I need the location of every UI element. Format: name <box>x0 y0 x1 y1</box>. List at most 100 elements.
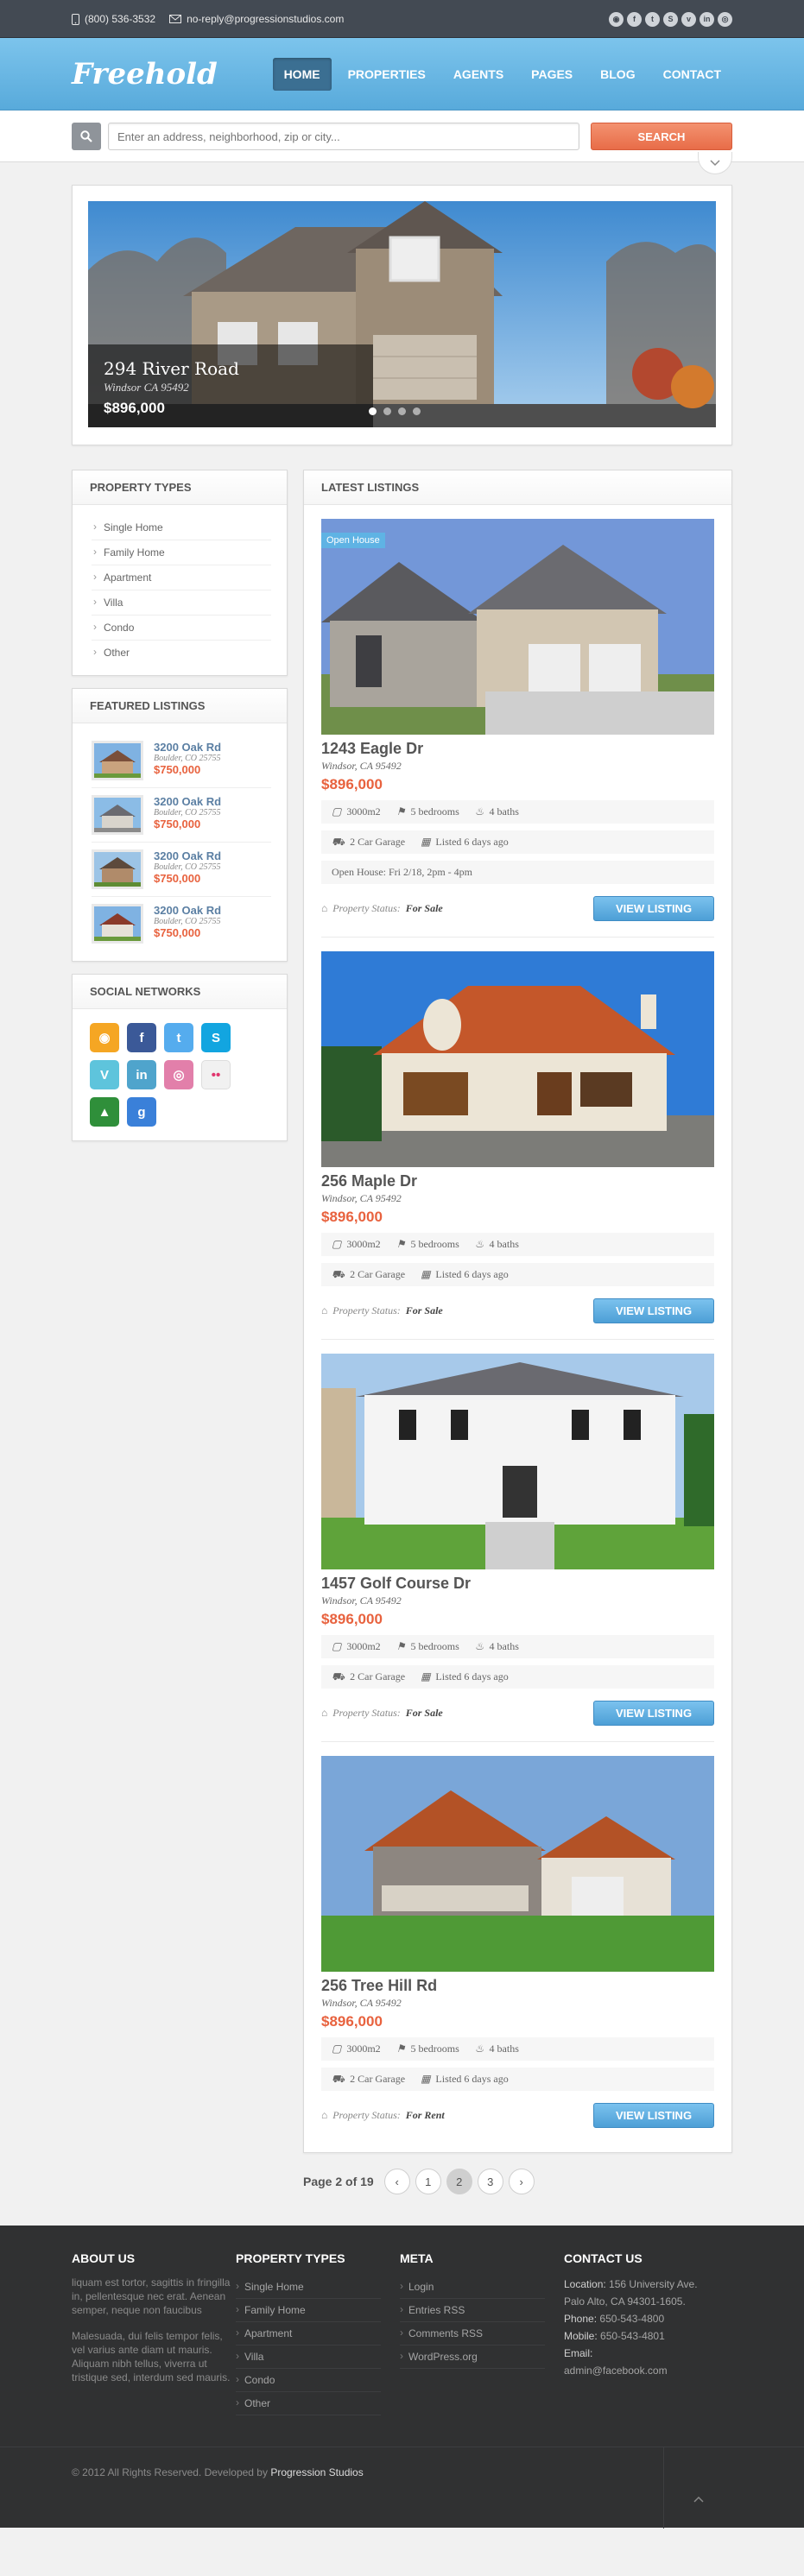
property-types-list: Single Home Family Home Apartment Villa … <box>92 515 271 665</box>
featured-listing[interactable]: 3200 Oak Rd Boulder, CO 25755 $750,000 <box>92 788 271 843</box>
linkedin-icon[interactable]: in <box>700 11 714 27</box>
rss-icon[interactable]: ◉ <box>90 1023 119 1052</box>
slider-dot[interactable] <box>413 407 421 415</box>
property-type-link[interactable]: Other <box>92 641 271 665</box>
footer-link[interactable]: Comments RSS <box>400 2322 545 2346</box>
facebook-icon[interactable]: f <box>627 11 642 27</box>
nav-agents[interactable]: AGENTS <box>442 58 515 91</box>
featured-city: Boulder, CO 25755 <box>154 917 221 926</box>
slider-caption[interactable]: 294 River Road Windsor CA 95492 $896,000 <box>88 344 373 427</box>
skype-icon[interactable]: S <box>201 1023 231 1052</box>
linkedin-icon[interactable]: in <box>127 1060 156 1089</box>
search-toggle[interactable] <box>698 152 732 174</box>
featured-listing[interactable]: 3200 Oak Rd Boulder, CO 25755 $750,000 <box>92 843 271 897</box>
footer-link[interactable]: Single Home <box>236 2276 381 2299</box>
property-type-link[interactable]: Apartment <box>92 565 271 590</box>
tree-icon[interactable]: ▲ <box>90 1097 119 1127</box>
listing-thumbnail[interactable] <box>92 741 143 780</box>
listing-card: Open House 1243 Eagle Dr Windsor, CA 954… <box>321 519 714 938</box>
twitter-icon[interactable]: t <box>645 11 660 27</box>
featured-listings-widget: FEATURED LISTINGS 3200 Oak Rd Boulder, CO… <box>72 688 288 962</box>
slider-dot[interactable] <box>383 407 391 415</box>
facebook-icon[interactable]: f <box>127 1023 156 1052</box>
featured-address[interactable]: 3200 Oak Rd <box>154 795 221 808</box>
footer-link[interactable]: Apartment <box>236 2322 381 2346</box>
view-listing-button[interactable]: VIEW LISTING <box>593 2103 714 2128</box>
page-button-current[interactable]: 2 <box>446 2169 472 2194</box>
listing-image[interactable] <box>321 1756 714 1972</box>
feature-listed: ▦ Listed 6 days ago <box>421 2073 509 2085</box>
developer-link[interactable]: Progression Studios <box>270 2466 363 2478</box>
listing-image[interactable]: Open House <box>321 519 714 735</box>
nav-blog[interactable]: BLOG <box>589 58 646 91</box>
featured-city: Boulder, CO 25755 <box>154 808 221 818</box>
listing-thumbnail[interactable] <box>92 849 143 889</box>
next-page-button[interactable]: › <box>508 2169 535 2194</box>
featured-address[interactable]: 3200 Oak Rd <box>154 904 221 917</box>
listing-features: ▢ 3000m2 ⚑ 5 bedrooms ♨ 4 baths <box>321 2037 714 2061</box>
email-info[interactable]: no-reply@progressionstudios.com <box>169 13 344 25</box>
listing-image[interactable] <box>321 951 714 1167</box>
listing-thumbnail[interactable] <box>92 904 143 944</box>
flickr-icon[interactable]: •• <box>201 1060 231 1089</box>
listing-thumbnail[interactable] <box>92 795 143 835</box>
nav-properties[interactable]: PROPERTIES <box>337 58 437 91</box>
featured-address[interactable]: 3200 Oak Rd <box>154 849 221 862</box>
search-icon[interactable] <box>72 123 101 150</box>
footer-link[interactable]: WordPress.org <box>400 2346 545 2369</box>
listing-title[interactable]: 1457 Golf Course Dr <box>321 1575 714 1593</box>
google-icon[interactable]: g <box>127 1097 156 1127</box>
listing-title[interactable]: 256 Tree Hill Rd <box>321 1977 714 1995</box>
property-type-link[interactable]: Family Home <box>92 540 271 565</box>
listing-title[interactable]: 1243 Eagle Dr <box>321 740 714 758</box>
widget-title: PROPERTY TYPES <box>73 470 287 505</box>
view-listing-button[interactable]: VIEW LISTING <box>593 896 714 921</box>
nav-pages[interactable]: PAGES <box>520 58 584 91</box>
vimeo-icon[interactable]: v <box>681 11 696 27</box>
listing-image[interactable] <box>321 1354 714 1569</box>
listing-status-row: ⌂ Property Status: For Sale VIEW LISTING <box>321 1298 714 1323</box>
chevron-up-icon <box>693 2496 704 2503</box>
search-input[interactable] <box>108 123 579 150</box>
footer-link[interactable]: Family Home <box>236 2299 381 2322</box>
listing-features: ▢ 3000m2 ⚑ 5 bedrooms ♨ 4 baths <box>321 1635 714 1658</box>
footer-link[interactable]: Condo <box>236 2369 381 2392</box>
slider-image[interactable]: 294 River Road Windsor CA 95492 $896,000 <box>88 201 716 427</box>
nav-home[interactable]: HOME <box>272 58 332 91</box>
property-type-link[interactable]: Single Home <box>92 515 271 540</box>
featured-listing[interactable]: 3200 Oak Rd Boulder, CO 25755 $750,000 <box>92 897 271 950</box>
skype-icon[interactable]: S <box>663 11 678 27</box>
site-logo[interactable]: Freehold <box>72 57 218 92</box>
feature-size: ▢ 3000m2 <box>332 805 381 818</box>
property-type-link[interactable]: Villa <box>92 590 271 616</box>
feature-baths: ♨ 4 baths <box>474 1238 519 1250</box>
footer-link[interactable]: Villa <box>236 2346 381 2369</box>
featured-address[interactable]: 3200 Oak Rd <box>154 741 221 754</box>
search-button[interactable]: SEARCH <box>591 123 732 150</box>
listing-title[interactable]: 256 Maple Dr <box>321 1172 714 1190</box>
footer-link[interactable]: Entries RSS <box>400 2299 545 2322</box>
calendar-icon: ▦ <box>421 836 431 848</box>
twitter-icon[interactable]: t <box>164 1023 193 1052</box>
feature-listed: ▦ Listed 6 days ago <box>421 1268 509 1280</box>
property-type-link[interactable]: Condo <box>92 616 271 641</box>
page-button[interactable]: 1 <box>415 2169 441 2194</box>
dribbble-icon[interactable]: ◎ <box>164 1060 193 1089</box>
rss-icon[interactable]: ◉ <box>609 11 624 27</box>
footer-link[interactable]: Login <box>400 2276 545 2299</box>
featured-listing[interactable]: 3200 Oak Rd Boulder, CO 25755 $750,000 <box>92 734 271 788</box>
dribbble-icon[interactable]: ◎ <box>718 11 732 27</box>
page-button[interactable]: 3 <box>477 2169 503 2194</box>
feature-beds: ⚑ 5 bedrooms <box>396 805 459 818</box>
prev-page-button[interactable]: ‹ <box>383 2169 410 2194</box>
nav-contact[interactable]: CONTACT <box>652 58 732 91</box>
back-to-top-button[interactable] <box>663 2447 732 2529</box>
car-icon: ⛟ <box>332 1670 345 1683</box>
email-address[interactable]: no-reply@progressionstudios.com <box>187 13 344 25</box>
slider-dot[interactable] <box>369 407 377 415</box>
vimeo-icon[interactable]: V <box>90 1060 119 1089</box>
slider-dot[interactable] <box>398 407 406 415</box>
view-listing-button[interactable]: VIEW LISTING <box>593 1701 714 1726</box>
view-listing-button[interactable]: VIEW LISTING <box>593 1298 714 1323</box>
footer-link[interactable]: Other <box>236 2392 381 2415</box>
